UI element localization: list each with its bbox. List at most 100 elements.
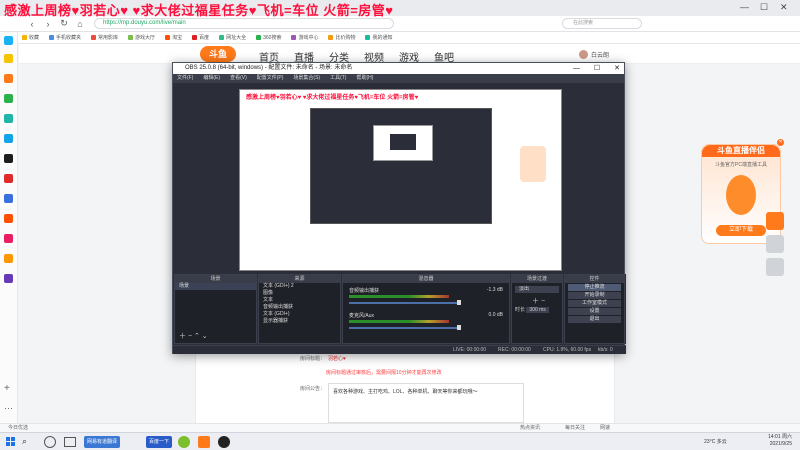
bitrate: kb/s: 0 bbox=[598, 347, 613, 353]
menu-scene-collection[interactable]: 场景集合(S) bbox=[293, 74, 320, 83]
maximize-button[interactable]: ☐ bbox=[760, 2, 768, 13]
add-icon[interactable]: ＋ − ⌃ ⌄ bbox=[179, 331, 208, 341]
obs-preview[interactable]: 感激上周榜♥羽若心♥ ♥求大佬过福星任务♥飞机=车位 火箭=房管♥ bbox=[239, 89, 562, 271]
transition-select[interactable]: 淡出 bbox=[515, 286, 559, 293]
source-item[interactable]: 文本 (GDI+) bbox=[259, 311, 340, 318]
menu-view[interactable]: 查看(V) bbox=[230, 74, 247, 83]
bookmark-item[interactable]: 收藏 bbox=[22, 34, 39, 41]
close-icon[interactable]: ✕ bbox=[777, 139, 784, 146]
forward-button[interactable]: › bbox=[40, 19, 56, 29]
bookmark-item[interactable]: 百度 bbox=[192, 34, 209, 41]
start-recording-button[interactable]: 开始录制 bbox=[568, 292, 621, 299]
browser-icon[interactable] bbox=[178, 436, 190, 448]
taskbar-app-baidu[interactable]: 百度一下 bbox=[146, 436, 173, 448]
menu-profile[interactable]: 配置文件(P) bbox=[257, 74, 284, 83]
menu-file[interactable]: 文件(F) bbox=[177, 74, 193, 83]
minimize-button[interactable]: — bbox=[573, 63, 580, 74]
clock[interactable]: 14:01 周六 2021/9/25 bbox=[768, 434, 792, 448]
volume-fader[interactable] bbox=[349, 327, 459, 329]
add-icon[interactable]: + bbox=[4, 384, 13, 394]
taskbar-app-youdao[interactable]: 网易有道翻译 bbox=[84, 436, 121, 448]
source-item[interactable]: 显示器捕获 bbox=[259, 318, 340, 325]
bell-icon bbox=[365, 35, 371, 40]
bookmark-item[interactable]: 游戏中心 bbox=[291, 34, 318, 41]
settings-button[interactable]: 设置 bbox=[568, 308, 621, 315]
app-icon[interactable] bbox=[4, 74, 13, 83]
add-icon[interactable]: ＋ − bbox=[512, 296, 562, 306]
browser-search-input[interactable]: 在此搜索 bbox=[562, 18, 642, 29]
download-button[interactable]: 立即下载 bbox=[716, 225, 766, 236]
source-item[interactable]: 文本 (GDI+) 2 bbox=[259, 283, 340, 290]
fader-knob[interactable] bbox=[457, 300, 461, 305]
app-icon[interactable] bbox=[4, 114, 13, 123]
address-bar[interactable]: https://mp.douyu.com/live/main bbox=[94, 18, 394, 29]
announcement-textarea[interactable]: 喜欢各种游戏、主打吃鸡、LOL、各种单机、聊天等你来都玩哦～ bbox=[328, 383, 524, 423]
game-icon bbox=[128, 35, 134, 40]
app-icon[interactable] bbox=[4, 274, 13, 283]
volume-fader[interactable] bbox=[349, 302, 459, 304]
douyu-logo[interactable]: 斗鱼 bbox=[200, 46, 236, 62]
bookmark-label: 游戏大厅 bbox=[135, 35, 156, 41]
bookmark-item[interactable]: 网址大全 bbox=[219, 34, 246, 41]
search-icon[interactable]: ⌕ bbox=[22, 436, 36, 448]
duration-input[interactable]: 300 ms bbox=[526, 307, 549, 313]
avatar[interactable] bbox=[579, 50, 588, 59]
globe-icon bbox=[219, 35, 225, 40]
source-item[interactable]: 音频输出捕获 bbox=[259, 304, 340, 311]
scenes-dock: 场景 场景 ＋ − ⌃ ⌄ bbox=[174, 274, 257, 344]
home-icon[interactable] bbox=[766, 235, 784, 253]
start-button[interactable] bbox=[6, 437, 15, 446]
bookmark-item[interactable]: 淘宝 bbox=[165, 34, 182, 41]
star-icon[interactable] bbox=[4, 54, 13, 63]
username[interactable]: 白云朗 bbox=[591, 50, 609, 59]
douyu-icon[interactable] bbox=[198, 436, 210, 448]
task-view-icon[interactable] bbox=[64, 437, 76, 447]
obs-docks: 场景 场景 ＋ − ⌃ ⌄ 来源 文本 (GDI+) 2 图像 文本 音频输出捕… bbox=[173, 274, 626, 344]
obs-window[interactable]: OBS 25.0.8 (64-bit, windows) - 配置文件: 未命名… bbox=[172, 62, 626, 354]
home-button[interactable]: ⌂ bbox=[72, 19, 88, 29]
weibo-icon[interactable] bbox=[4, 174, 13, 183]
app-icon[interactable] bbox=[4, 134, 13, 143]
fader-knob[interactable] bbox=[457, 325, 461, 330]
exit-button[interactable]: 退出 bbox=[568, 316, 621, 323]
close-window-button[interactable]: ✕ bbox=[614, 63, 620, 74]
bookmark-item[interactable]: 我的通知 bbox=[365, 34, 393, 41]
close-window-button[interactable]: ✕ bbox=[780, 2, 788, 13]
bookmark-item[interactable]: 游戏大厅 bbox=[128, 34, 155, 41]
app-icon[interactable] bbox=[4, 36, 13, 45]
chat-icon[interactable] bbox=[4, 94, 13, 103]
app-icon[interactable] bbox=[4, 234, 13, 243]
menu-help[interactable]: 帮助(H) bbox=[356, 74, 373, 83]
bookmark-label: 360搜索 bbox=[263, 35, 282, 41]
source-item[interactable]: 文本 bbox=[259, 297, 340, 304]
cortana-icon[interactable] bbox=[44, 436, 56, 448]
source-item[interactable]: 图像 bbox=[259, 290, 340, 297]
obs-icon[interactable] bbox=[218, 436, 230, 448]
clock-time: 14:01 周六 bbox=[768, 434, 792, 440]
room-title-value[interactable]: 羽若心♥ bbox=[328, 355, 346, 362]
app-icon[interactable] bbox=[4, 214, 13, 223]
star-icon bbox=[22, 35, 27, 40]
scene-item[interactable]: 场景 bbox=[175, 283, 256, 290]
back-button[interactable]: ‹ bbox=[24, 19, 40, 29]
stop-streaming-button[interactable]: 停止推流 bbox=[568, 284, 621, 291]
feedback-icon[interactable] bbox=[766, 212, 784, 230]
bookmark-item[interactable]: 手机收藏夹 bbox=[49, 34, 81, 41]
menu-tools[interactable]: 工具(T) bbox=[330, 74, 346, 83]
obs-status-bar: LIVE: 00:00:00 REC: 00:00:00 CPU: 1.9%, … bbox=[173, 345, 626, 354]
maximize-button[interactable]: ☐ bbox=[594, 63, 600, 74]
bookmark-item[interactable]: 常用影库 bbox=[91, 34, 118, 41]
browser-status-bar: 今日优选 热点资讯 每日关注 网速 bbox=[0, 423, 800, 432]
app-icon[interactable] bbox=[4, 254, 13, 263]
tiktok-icon[interactable] bbox=[4, 154, 13, 163]
expand-icon[interactable] bbox=[766, 258, 784, 276]
weather-text[interactable]: 23°C 多云 bbox=[704, 434, 727, 450]
menu-edit[interactable]: 编辑(E) bbox=[203, 74, 220, 83]
app-icon[interactable] bbox=[4, 194, 13, 203]
studio-mode-button[interactable]: 工作室模式 bbox=[568, 300, 621, 307]
more-icon[interactable]: ⋯ bbox=[4, 404, 13, 413]
minimize-button[interactable]: — bbox=[740, 2, 749, 12]
bookmark-item[interactable]: 比价购物 bbox=[328, 34, 355, 41]
bookmark-item[interactable]: 360搜索 bbox=[256, 34, 281, 41]
reload-button[interactable]: ↻ bbox=[56, 18, 72, 29]
